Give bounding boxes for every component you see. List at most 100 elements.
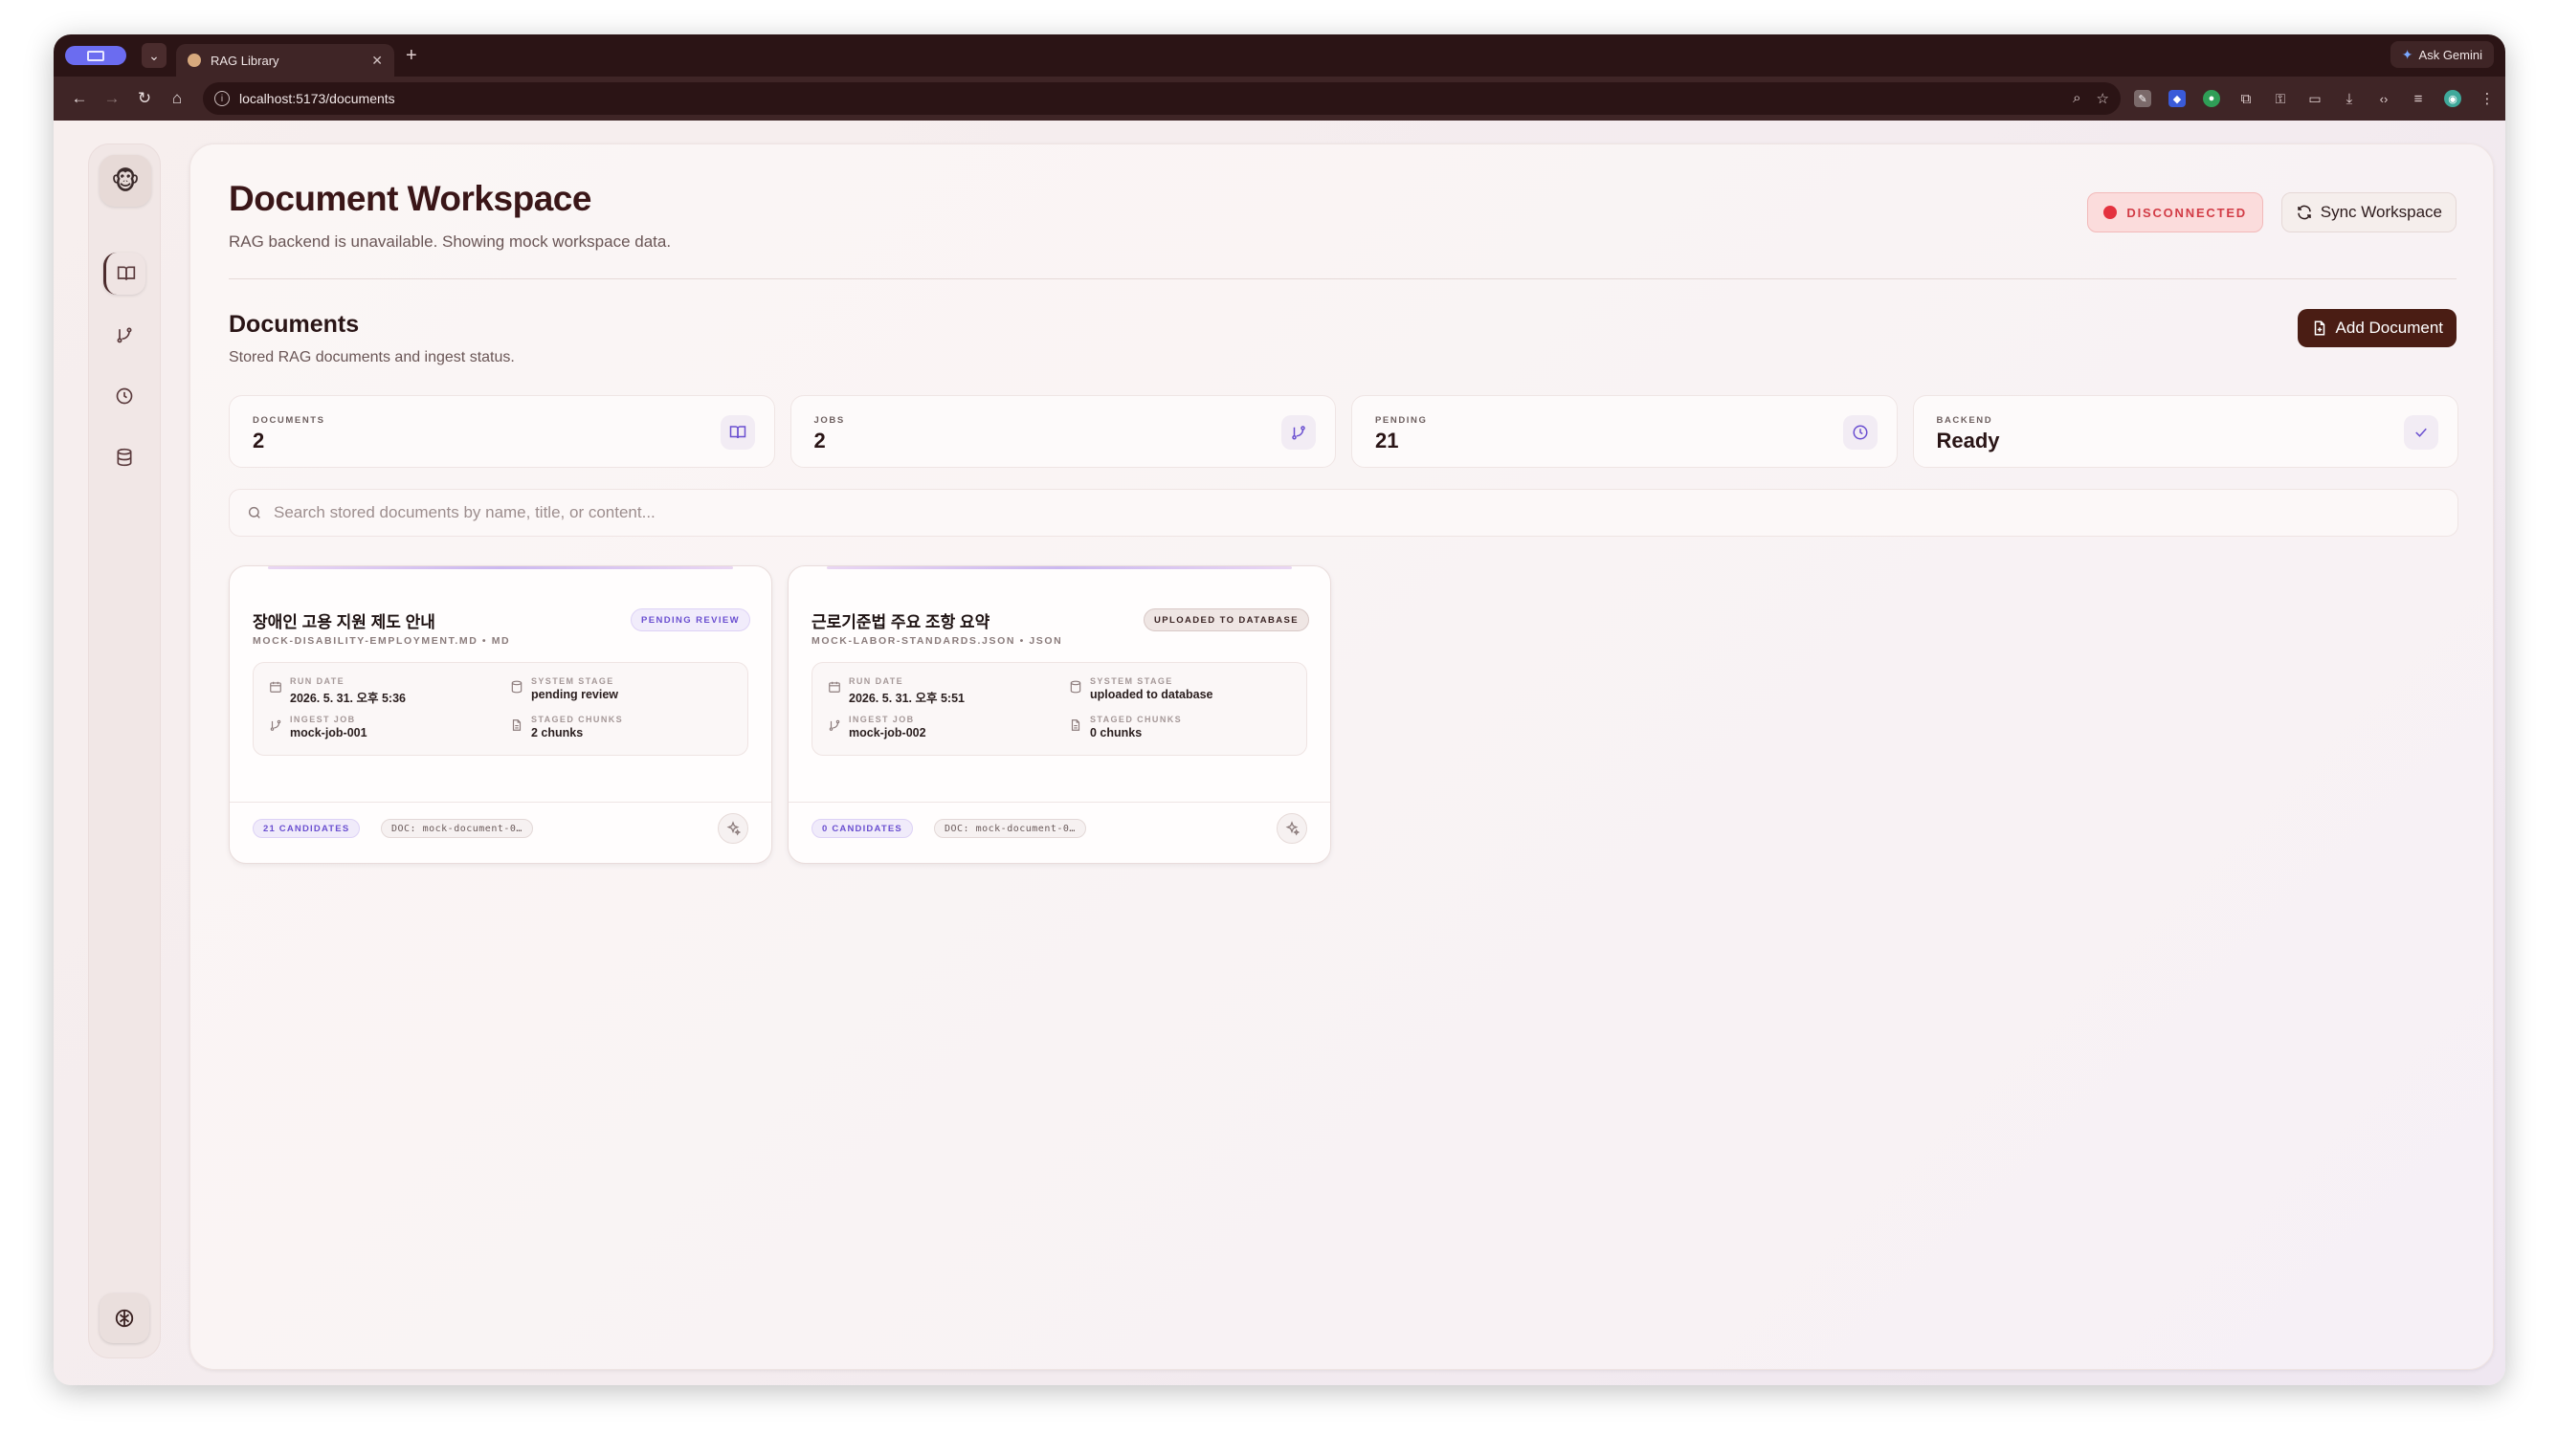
book-icon [729,426,745,439]
stat-value: Ready [1936,429,2000,452]
status-badge: UPLOADED TO DATABASE [1144,608,1309,631]
generate-button[interactable] [718,813,748,844]
card-accent-line [827,566,1292,569]
side-rail: 🐵 [88,143,161,1358]
stat-icon-box [1842,415,1878,450]
sync-workspace-button[interactable]: Sync Workspace [2280,192,2457,232]
rail-item-history[interactable] [103,375,145,417]
detail-label: STAGED CHUNKS [531,715,624,724]
extension-shield-icon[interactable]: ◆ [2168,90,2186,107]
document-details-panel: RUN DATE 2026. 5. 31. 오후 5:51 SYSTEM STAG… [812,662,1307,756]
search-input[interactable]: Search stored documents by name, title, … [274,503,656,522]
tab-search-button[interactable]: ⌄ [142,43,167,68]
card-footer-divider [789,802,1330,803]
forward-arrow-icon[interactable]: → [96,82,128,115]
generate-button[interactable] [1277,813,1307,844]
stat-icon-box [2404,415,2438,450]
gemini-sparkle-icon: ✦ [2401,46,2413,62]
tab-bar: ⌄ RAG Library ✕ + ✦ Ask Gemini [54,34,2505,77]
stat-label: PENDING [1375,415,1428,426]
tab-rag-library[interactable]: RAG Library ✕ [176,44,394,77]
document-filename: MOCK-LABOR-STANDARDS.JSON • JSON [812,635,1063,647]
database-icon [117,448,132,467]
sparkles-icon [1285,821,1300,836]
stat-card-pending: PENDING 21 [1351,395,1898,468]
detail-run-date: RUN DATE 2026. 5. 31. 오후 5:36 [269,676,406,706]
password-key-icon[interactable]: ⚿ [2272,90,2289,107]
download-icon[interactable]: ⤓ [2341,90,2358,107]
book-icon [117,266,135,280]
home-icon[interactable]: ⌂ [161,82,193,115]
sync-button-label: Sync Workspace [2320,203,2442,221]
back-arrow-icon[interactable]: ← [63,82,96,115]
site-info-icon[interactable]: i [214,91,230,106]
sparkles-icon [726,821,741,836]
status-badge-label: DISCONNECTED [2126,205,2247,220]
tab-group-pill[interactable] [65,46,126,65]
page-subtitle: RAG backend is unavailable. Showing mock… [229,232,672,251]
file-icon [512,719,522,731]
section-title: Documents [229,311,360,338]
reading-list-icon[interactable]: ≡ [2410,90,2427,107]
app-logo-avatar[interactable]: 🐵 [100,155,151,207]
detail-value: 0 chunks [1090,726,1143,739]
devtools-code-icon[interactable]: ‹› [2375,90,2392,107]
section-subtitle: Stored RAG documents and ingest status. [229,349,515,365]
stat-label: DOCUMENTS [253,415,325,426]
status-dot-icon [2103,206,2118,219]
close-tab-icon[interactable]: ✕ [371,53,383,69]
branch-icon [117,327,132,343]
refresh-icon [2298,205,2311,220]
detail-value: uploaded to database [1090,688,1213,701]
document-card[interactable]: 장애인 고용 지원 제도 안내 PENDING REVIEW MOCK-DISA… [229,565,772,864]
new-tab-button[interactable]: + [406,45,417,67]
detail-value: 2026. 5. 31. 오후 5:51 [849,692,965,705]
card-icon[interactable]: ▭ [2306,90,2324,107]
bookmark-star-icon[interactable]: ☆ [2097,90,2109,107]
rail-settings-button[interactable] [100,1293,149,1343]
detail-label: STAGED CHUNKS [1090,715,1183,724]
detail-value: 2 chunks [531,726,584,739]
connection-status-badge: DISCONNECTED [2087,192,2263,232]
address-bar[interactable]: i localhost:5173/documents ⌕ ☆ [203,82,2121,115]
rail-item-documents[interactable] [103,253,145,295]
reload-icon[interactable]: ↻ [128,82,161,115]
stat-label: BACKEND [1936,415,1993,426]
document-card[interactable]: 근로기준법 주요 조항 요약 UPLOADED TO DATABASE MOCK… [788,565,1331,864]
detail-staged-chunks: STAGED CHUNKS 2 chunks [510,715,623,739]
document-title: 근로기준법 주요 조항 요약 [812,613,990,631]
detail-label: INGEST JOB [290,715,356,724]
menu-kebab-icon[interactable]: ⋮ [2479,90,2496,107]
stats-row: DOCUMENTS 2 JOBS 2 PENDING 21 BACKEND Re… [229,395,2458,468]
document-details-panel: RUN DATE 2026. 5. 31. 오후 5:36 SYSTEM STAG… [253,662,748,756]
document-search[interactable]: Search stored documents by name, title, … [229,489,2458,537]
rail-item-jobs[interactable] [103,314,145,356]
detail-value: mock-job-001 [290,726,367,739]
page-title: Document Workspace [229,179,591,218]
extension-pen-icon[interactable]: ✎ [2134,90,2151,107]
ask-gemini-button[interactable]: ✦ Ask Gemini [2390,41,2494,68]
detail-run-date: RUN DATE 2026. 5. 31. 오후 5:51 [828,676,965,706]
detail-label: RUN DATE [849,676,904,686]
branch-icon [1292,426,1305,440]
favicon-icon [188,54,201,67]
document-filename: MOCK-DISABILITY-EMPLOYMENT.MD • MD [253,635,511,647]
zoom-icon[interactable]: ⌕ [2073,90,2080,107]
detail-label: SYSTEM STAGE [1090,676,1173,686]
rail-item-database[interactable] [103,436,145,478]
detail-ingest-job: INGEST JOB mock-job-001 [269,715,367,739]
detail-ingest-job: INGEST JOB mock-job-002 [828,715,926,739]
profile-avatar-icon[interactable]: ◉ [2444,90,2461,107]
stat-card-backend: BACKEND Ready [1912,395,2458,468]
browser-toolbar: ← → ↻ ⌂ i localhost:5173/documents ⌕ ☆ ✎… [54,77,2505,121]
detail-value: 2026. 5. 31. 오후 5:36 [290,692,406,705]
detail-label: RUN DATE [290,676,345,686]
document-title: 장애인 고용 지원 제도 안내 [253,613,435,631]
add-document-button[interactable]: Add Document [2297,309,2457,347]
stat-icon-box [720,415,755,450]
stat-icon-box [1281,415,1316,450]
extension-green-icon[interactable]: ● [2203,90,2220,107]
status-badge: PENDING REVIEW [631,608,750,631]
extensions-puzzle-icon[interactable]: ⧉ [2237,90,2255,107]
stat-label: JOBS [813,415,845,426]
